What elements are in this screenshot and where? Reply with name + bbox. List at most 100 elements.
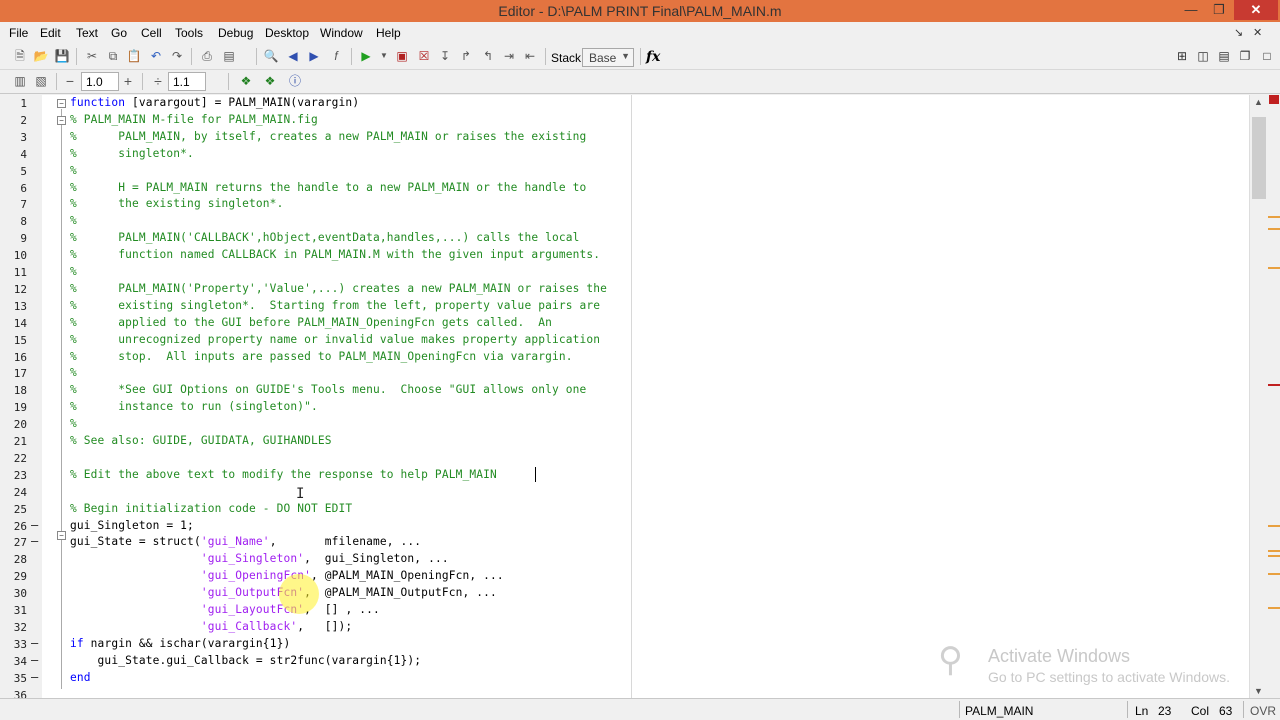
code-line[interactable]: 21 % See also: GUIDE, GUIDATA, GUIHANDLES: [0, 433, 1249, 450]
error-marker[interactable]: [1268, 384, 1280, 386]
code-line[interactable]: 25 % Begin initialization code - DO NOT E…: [0, 501, 1249, 518]
code-text[interactable]: % unrecognized property name or invalid …: [70, 333, 600, 346]
code-line[interactable]: 10 % function named CALLBACK in PALM_MAIN…: [0, 247, 1249, 264]
undock-icon[interactable]: ↘: [1234, 26, 1243, 39]
code-line[interactable]: 27– gui_State = struct('gui_Name', mfilen…: [0, 534, 1249, 551]
editor-close-icon[interactable]: ✕: [1253, 26, 1262, 39]
breakpoint-slot[interactable]: –: [31, 636, 38, 650]
split-horizontal-icon[interactable]: ▤: [1216, 48, 1232, 64]
step-in-icon[interactable]: ↱: [458, 48, 474, 64]
compare-icon[interactable]: ▤: [221, 48, 237, 64]
code-text[interactable]: % PALM_MAIN, by itself, creates a new PA…: [70, 130, 586, 143]
eval-cell-icon[interactable]: ❖: [238, 73, 254, 89]
minimize-icon[interactable]: —: [1178, 0, 1204, 20]
save-icon[interactable]: 💾: [54, 48, 70, 64]
code-text[interactable]: % existing singleton*. Starting from the…: [70, 299, 600, 312]
warning-marker[interactable]: [1268, 216, 1280, 218]
code-line[interactable]: 3 % PALM_MAIN, by itself, creates a new P…: [0, 129, 1249, 146]
code-text[interactable]: % *See GUI Options on GUIDE's Tools menu…: [70, 383, 586, 396]
warning-marker[interactable]: [1268, 228, 1280, 230]
code-line[interactable]: 14 % applied to the GUI before PALM_MAIN_…: [0, 315, 1249, 332]
menu-debug[interactable]: Debug: [218, 26, 253, 40]
code-text[interactable]: % See also: GUIDE, GUIDATA, GUIHANDLES: [70, 434, 332, 447]
code-text[interactable]: % applied to the GUI before PALM_MAIN_Op…: [70, 316, 552, 329]
code-text[interactable]: end: [70, 671, 91, 684]
info-icon[interactable]: ⓘ: [287, 73, 303, 89]
scroll-down-icon[interactable]: ▼: [1254, 686, 1263, 696]
breakpoint-slot[interactable]: –: [31, 518, 38, 532]
code-text[interactable]: % Edit the above text to modify the resp…: [70, 468, 497, 481]
warning-marker[interactable]: [1268, 550, 1280, 552]
code-line[interactable]: 11%: [0, 264, 1249, 281]
stack-dropdown[interactable]: Base ▼: [582, 48, 634, 67]
menu-cell[interactable]: Cell: [141, 26, 162, 40]
open-folder-icon[interactable]: 📂: [33, 48, 49, 64]
code-line[interactable]: 16 % stop. All inputs are passed to PALM_…: [0, 349, 1249, 366]
decrement-button[interactable]: −: [62, 73, 78, 89]
maximize-icon[interactable]: □: [1259, 48, 1275, 64]
warning-marker[interactable]: [1268, 525, 1280, 527]
error-indicator-icon[interactable]: [1269, 95, 1279, 104]
step-icon[interactable]: ↧: [437, 48, 453, 64]
run-dropdown-icon[interactable]: ▼: [376, 48, 392, 64]
code-line[interactable]: 32 'gui_Callback', []);: [0, 619, 1249, 636]
step-out-icon[interactable]: ↰: [480, 48, 496, 64]
code-text[interactable]: % stop. All inputs are passed to PALM_MA…: [70, 350, 573, 363]
restore-icon[interactable]: ❐: [1206, 0, 1232, 20]
copy-icon[interactable]: ⧉: [105, 48, 121, 64]
cell-value-field[interactable]: 1.0: [81, 72, 119, 91]
breakpoint-icon[interactable]: ▣: [394, 48, 410, 64]
menu-go[interactable]: Go: [111, 26, 127, 40]
breakpoint-slot[interactable]: –: [31, 653, 38, 667]
menu-window[interactable]: Window: [320, 26, 363, 40]
breakpoint-slot[interactable]: –: [31, 534, 38, 548]
code-line[interactable]: 6 % H = PALM_MAIN returns the handle to a…: [0, 180, 1249, 197]
code-text[interactable]: 'gui_LayoutFcn', [] , ...: [70, 603, 380, 616]
menu-edit[interactable]: Edit: [40, 26, 61, 40]
code-line[interactable]: 5%: [0, 163, 1249, 180]
clear-breakpoints-icon[interactable]: ☒: [416, 48, 432, 64]
code-line[interactable]: 31 'gui_LayoutFcn', [] , ...: [0, 602, 1249, 619]
code-text[interactable]: % PALM_MAIN M-file for PALM_MAIN.fig: [70, 113, 318, 126]
float-icon[interactable]: ❐: [1237, 48, 1253, 64]
find-icon[interactable]: 🔍: [263, 48, 279, 64]
code-line[interactable]: 30 'gui_OutputFcn', @PALM_MAIN_OutputFcn…: [0, 585, 1249, 602]
code-text[interactable]: %: [70, 417, 77, 430]
warning-marker[interactable]: [1268, 555, 1280, 557]
print-icon[interactable]: ⎙: [199, 48, 215, 64]
forward-icon[interactable]: ▶: [306, 48, 322, 64]
code-text[interactable]: % instance to run (singleton)".: [70, 400, 318, 413]
code-line[interactable]: 26– gui_Singleton = 1;: [0, 518, 1249, 535]
redo-icon[interactable]: ↷: [169, 48, 185, 64]
code-line[interactable]: 1 function [varargout] = PALM_MAIN(vararg…: [0, 95, 1249, 112]
code-text[interactable]: if nargin && ischar(varargin{1}): [70, 637, 290, 650]
menu-desktop[interactable]: Desktop: [265, 26, 309, 40]
new-file-icon[interactable]: 🗎: [12, 48, 28, 64]
code-line[interactable]: 19 % instance to run (singleton)".: [0, 399, 1249, 416]
code-text[interactable]: gui_State.gui_Callback = str2func(vararg…: [70, 654, 421, 667]
message-bar[interactable]: [1268, 95, 1280, 698]
back-icon[interactable]: ◀: [285, 48, 301, 64]
code-line[interactable]: 24: [0, 484, 1249, 501]
code-line[interactable]: 13 % existing singleton*. Starting from t…: [0, 298, 1249, 315]
divide-button[interactable]: ÷: [150, 73, 166, 89]
paste-icon[interactable]: 📋: [126, 48, 142, 64]
code-line[interactable]: 8%: [0, 213, 1249, 230]
eval-advance-icon[interactable]: ❖: [262, 73, 278, 89]
exit-debug-icon[interactable]: ⇤: [522, 48, 538, 64]
code-text[interactable]: 'gui_Singleton', gui_Singleton, ...: [70, 552, 449, 565]
code-text[interactable]: gui_Singleton = 1;: [70, 519, 194, 532]
split-vertical-icon[interactable]: ◫: [1195, 48, 1211, 64]
continue-icon[interactable]: ⇥: [501, 48, 517, 64]
code-text[interactable]: % Begin initialization code - DO NOT EDI…: [70, 502, 352, 515]
code-line[interactable]: 23 % Edit the above text to modify the re…: [0, 467, 1249, 484]
code-text[interactable]: 'gui_Callback', []);: [70, 620, 352, 633]
code-text[interactable]: %: [70, 366, 77, 379]
code-line[interactable]: 29 'gui_OpeningFcn', @PALM_MAIN_OpeningF…: [0, 568, 1249, 585]
increment-button[interactable]: +: [120, 73, 136, 89]
code-text[interactable]: function [varargout] = PALM_MAIN(varargi…: [70, 96, 359, 109]
code-editor[interactable]: − − − 1 function [varargout] = PALM_MAIN(…: [0, 95, 1249, 702]
code-line[interactable]: 15 % unrecognized property name or invali…: [0, 332, 1249, 349]
code-line[interactable]: 22: [0, 450, 1249, 467]
code-line[interactable]: 17%: [0, 365, 1249, 382]
